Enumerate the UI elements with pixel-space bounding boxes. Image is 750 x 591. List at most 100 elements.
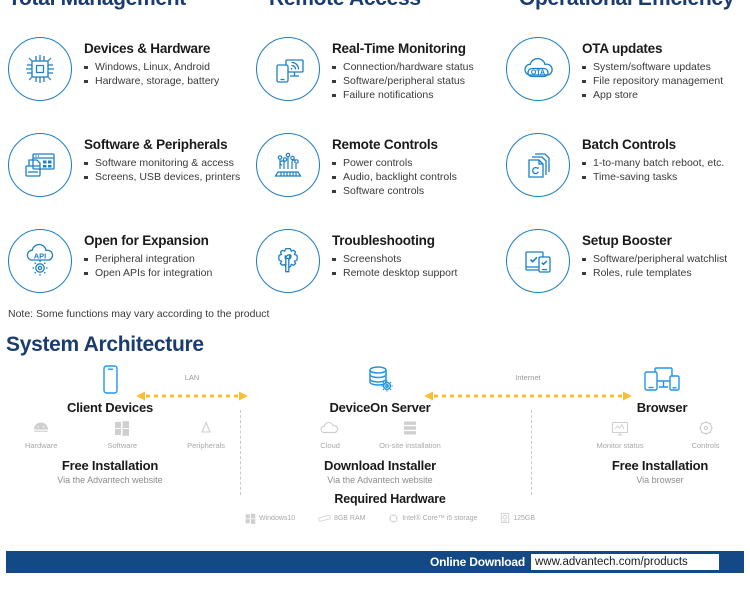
spec-os: Windows10 bbox=[245, 513, 295, 524]
cloud-icon bbox=[319, 418, 341, 438]
bullet: 1-to-many batch reboot, etc. bbox=[582, 156, 724, 170]
column-heading: Remote Access bbox=[269, 0, 421, 11]
bullet: Power controls bbox=[332, 156, 457, 170]
android-icon bbox=[25, 418, 58, 438]
feature-title: Batch Controls bbox=[582, 137, 676, 152]
feature-bullets: Peripheral integration Open APIs for int… bbox=[84, 252, 212, 280]
browser-sub-icons: Monitor status Controls bbox=[572, 418, 744, 450]
install-title: Free Installation bbox=[61, 458, 159, 473]
feature-title: Real-Time Monitoring bbox=[332, 41, 466, 56]
stacked-pages-refresh-icon bbox=[506, 133, 570, 197]
bullet: Roles, rule templates bbox=[582, 266, 727, 280]
feature-title: Devices & Hardware bbox=[84, 41, 211, 56]
feature-bullets: Connection/hardware status Software/peri… bbox=[332, 60, 474, 102]
browser-install: Free Installation Via browser bbox=[590, 458, 730, 485]
sub-label: Hardware bbox=[24, 441, 58, 450]
storage-icon bbox=[500, 512, 510, 524]
feature-bullets: 1-to-many batch reboot, etc. Time-saving… bbox=[582, 156, 724, 184]
install-title: Free Installation bbox=[611, 458, 709, 473]
column-heading: Total Management bbox=[8, 0, 186, 11]
feature-item-remote-controls: Remote Controls Power controls Audio, ba… bbox=[256, 133, 457, 198]
feature-title: Troubleshooting bbox=[332, 233, 435, 248]
software-peripherals-icon bbox=[8, 133, 72, 197]
sub-hardware: Hardware bbox=[24, 418, 58, 450]
bullet: Software monitoring & access bbox=[84, 156, 240, 170]
required-hardware-title: Required Hardware bbox=[334, 492, 446, 506]
feature-item-setup-booster: Setup Booster Software/peripheral watchl… bbox=[506, 229, 727, 293]
sub-cloud: Cloud bbox=[319, 418, 341, 450]
feature-title: Remote Controls bbox=[332, 137, 438, 152]
feature-grid: Total Management Devices & Hardware Wind… bbox=[0, 0, 750, 310]
link-label: LAN bbox=[184, 373, 200, 382]
devices-signal-icon bbox=[256, 37, 320, 101]
download-url[interactable]: www.advantech.com/products bbox=[531, 554, 719, 570]
api-cloud-gear-icon: API bbox=[8, 229, 72, 293]
client-sub-icons: Hardware Software Peripherals bbox=[10, 418, 240, 450]
bullet: Connection/hardware status bbox=[332, 60, 474, 74]
circuit-controls-icon bbox=[256, 133, 320, 197]
bullet: Hardware, storage, battery bbox=[84, 74, 219, 88]
bullet: Software/peripheral status bbox=[332, 74, 474, 88]
feature-bullets: Power controls Audio, backlight controls… bbox=[332, 156, 457, 198]
feature-column-remote-access: Remote Access Real-Time Monitoring Conne… bbox=[250, 0, 500, 310]
monitor-status-icon bbox=[596, 418, 643, 438]
bullet: Peripheral integration bbox=[84, 252, 212, 266]
install-subtitle: Via the Advantech website bbox=[57, 475, 163, 485]
svg-text:OTA: OTA bbox=[531, 70, 545, 77]
bullet: App store bbox=[582, 88, 723, 102]
bullet: Software controls bbox=[332, 184, 457, 198]
ram-icon bbox=[318, 514, 331, 522]
spec-ram: 8GB RAM bbox=[318, 513, 365, 523]
bullet: Windows, Linux, Android bbox=[84, 60, 219, 74]
feature-bullets: Software monitoring & access Screens, US… bbox=[84, 156, 240, 184]
ota-cloud-icon: OTA bbox=[506, 37, 570, 101]
feature-bullets: Windows, Linux, Android Hardware, storag… bbox=[84, 60, 219, 88]
required-hardware-specs: Windows10 8GB RAM Intel® Core™ i5 storag… bbox=[245, 512, 535, 524]
sub-software: Software bbox=[107, 418, 137, 450]
sub-peripherals: Peripherals bbox=[187, 418, 225, 450]
install-subtitle: Via the Advantech website bbox=[327, 475, 433, 485]
node-browser: Browser bbox=[592, 362, 732, 415]
bullet: Audio, backlight controls bbox=[332, 170, 457, 184]
bullet: Remote desktop support bbox=[332, 266, 457, 280]
spec-label: Intel® Core™ i5 storage bbox=[402, 514, 478, 522]
feature-item-batch-controls: Batch Controls 1-to-many batch reboot, e… bbox=[506, 133, 724, 197]
sub-monitor-status: Monitor status bbox=[596, 418, 644, 450]
column-heading: Operational Efficiency bbox=[519, 0, 734, 11]
svg-text:API: API bbox=[34, 252, 47, 261]
sub-label: Controls bbox=[691, 441, 720, 450]
divider bbox=[531, 410, 532, 495]
bullet: Open APIs for integration bbox=[84, 266, 212, 280]
client-install: Free Installation Via the Advantech webs… bbox=[40, 458, 180, 485]
install-subtitle: Via browser bbox=[636, 475, 684, 485]
bullet: System/software updates bbox=[582, 60, 723, 74]
feature-item-ota-updates: OTA OTA updates System/software updates … bbox=[506, 37, 723, 102]
windows-icon bbox=[245, 513, 256, 524]
feature-item-software-peripherals: Software & Peripherals Software monitori… bbox=[8, 133, 240, 197]
sub-onsite: On-site installation bbox=[379, 418, 441, 450]
checklist-devices-icon bbox=[506, 229, 570, 293]
server-rack-icon bbox=[379, 418, 441, 438]
sub-label: Peripherals bbox=[187, 441, 226, 450]
spec-label: 125GB bbox=[513, 514, 535, 522]
cpu-icon bbox=[389, 513, 398, 523]
chip-icon bbox=[8, 37, 72, 101]
feature-title: Open for Expansion bbox=[84, 233, 209, 248]
feature-item-devices-hardware: Devices & Hardware Windows, Linux, Andro… bbox=[8, 37, 219, 101]
server-sub-icons: Cloud On-site installation bbox=[300, 418, 460, 450]
install-title: Download Installer bbox=[324, 458, 436, 473]
browser-devices-icon bbox=[592, 362, 732, 396]
bullet: Screenshots bbox=[332, 252, 457, 266]
feature-title: OTA updates bbox=[582, 41, 663, 56]
feature-item-open-for-expansion: API Open for Expansion Peripheral integr… bbox=[8, 229, 212, 293]
sub-label: On-site installation bbox=[379, 441, 441, 450]
divider bbox=[240, 410, 241, 495]
required-hardware: Required Hardware Windows10 8GB RAM Inte… bbox=[245, 492, 535, 524]
footer-bar: Online Download www.advantech.com/produc… bbox=[6, 551, 744, 573]
sub-label: Software bbox=[107, 441, 138, 450]
feature-item-troubleshooting: Troubleshooting Screenshots Remote deskt… bbox=[256, 229, 457, 293]
double-arrow-icon bbox=[136, 391, 248, 401]
link-lan: LAN bbox=[136, 373, 248, 408]
sub-label: Monitor status bbox=[596, 441, 644, 450]
node-label: Browser bbox=[636, 400, 688, 415]
